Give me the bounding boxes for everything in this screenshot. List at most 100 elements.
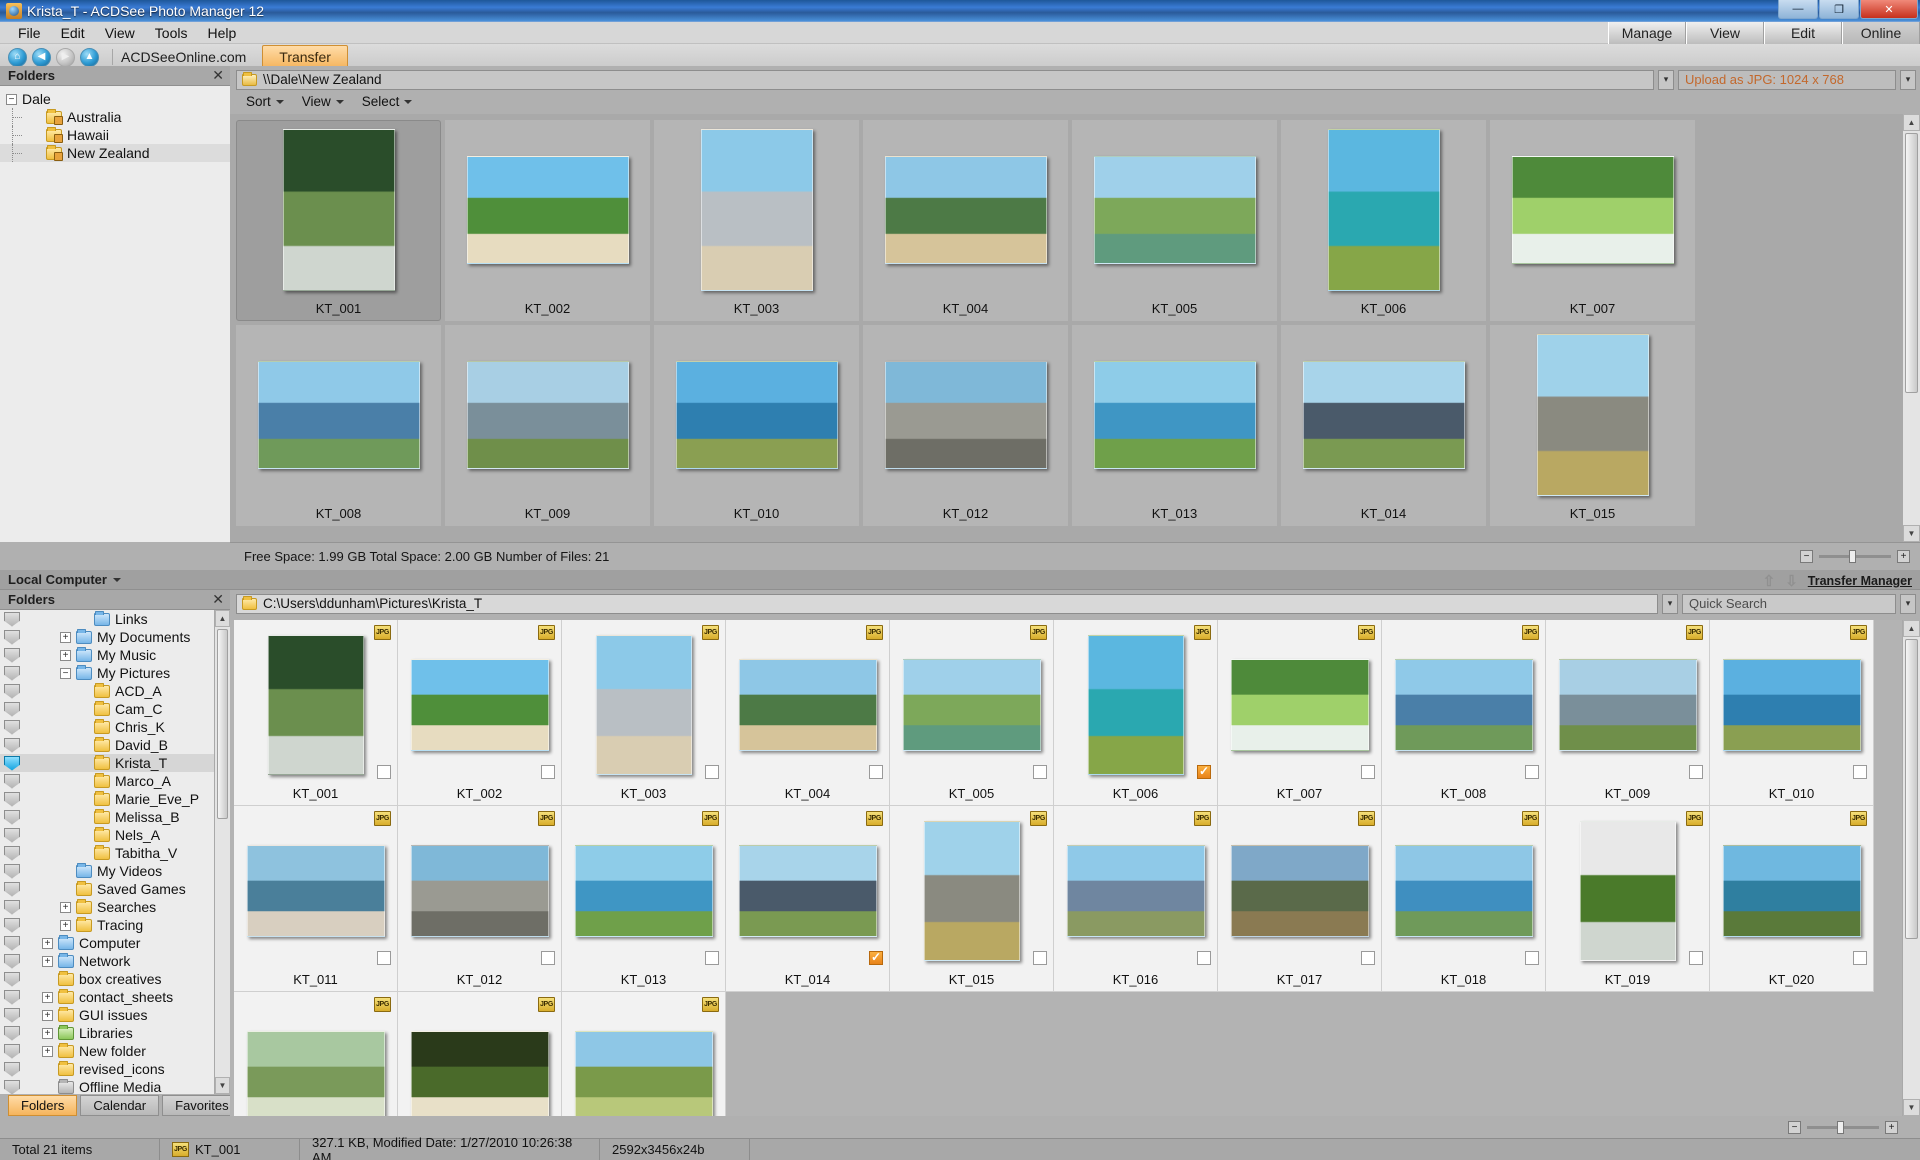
thumbnail-image[interactable] [1722, 659, 1861, 751]
upload-checkbox[interactable] [1033, 765, 1047, 779]
local-tree-item-my-videos[interactable]: My Videos [0, 862, 230, 880]
shield-icon[interactable] [4, 1007, 20, 1023]
shield-icon[interactable] [4, 917, 20, 933]
download-arrow-icon[interactable]: ⇩ [1785, 572, 1798, 590]
zoom-knob[interactable] [1849, 550, 1856, 563]
upload-checkbox[interactable] [1689, 765, 1703, 779]
tree-expander[interactable]: + [42, 1045, 53, 1057]
local-thumbnail-cell[interactable]: JPG KT_005 [890, 620, 1054, 806]
local-thumbnail-cell[interactable]: JPG KT_014 [726, 806, 890, 992]
online-thumbnail-cell[interactable]: KT_002 [445, 120, 650, 321]
local-thumbnail-cell[interactable]: JPG KT_004 [726, 620, 890, 806]
local-tree-item-offline-media[interactable]: Offline Media [0, 1078, 230, 1094]
thumbnail-image[interactable] [595, 635, 692, 775]
thumbnail-image[interactable] [884, 360, 1047, 469]
upload-checkbox[interactable] [1525, 765, 1539, 779]
local-tree-scrollbar[interactable]: ▲ ▼ [214, 610, 230, 1094]
shield-icon[interactable] [4, 863, 20, 879]
local-thumbnail-cell[interactable]: JPGKT_021 [234, 992, 398, 1116]
upload-checkbox[interactable] [705, 951, 719, 965]
tab-edit[interactable]: Edit [1764, 22, 1842, 44]
zoom-in-icon[interactable]: + [1897, 550, 1910, 563]
upload-checkbox[interactable] [1033, 951, 1047, 965]
shield-icon[interactable] [4, 827, 20, 843]
thumbnail-image[interactable] [466, 360, 629, 469]
shield-icon[interactable] [4, 791, 20, 807]
shield-icon[interactable] [4, 935, 20, 951]
local-tree-item-links[interactable]: Links [0, 610, 230, 628]
scroll-down-icon[interactable]: ▼ [1903, 525, 1920, 542]
thumbnail-image[interactable] [1722, 845, 1861, 937]
online-view-menu[interactable]: View [294, 92, 352, 111]
shield-icon[interactable] [4, 899, 20, 915]
local-tree-item-krista-t[interactable]: Krista_T [0, 754, 230, 772]
upload-checkbox[interactable] [869, 950, 883, 965]
tree-expander[interactable]: − [6, 93, 17, 105]
local-thumbnail-cell[interactable]: JPG KT_001 [234, 620, 398, 806]
shield-icon[interactable] [4, 845, 20, 861]
online-thumbnail-cell[interactable]: KT_014 [1281, 325, 1486, 526]
thumbnail-image[interactable] [574, 845, 713, 937]
shield-icon[interactable] [4, 1043, 20, 1059]
zoom-in-icon[interactable]: + [1885, 1120, 1898, 1134]
thumbnail-image[interactable] [267, 635, 364, 775]
forward-icon[interactable]: ▶ [56, 47, 75, 67]
local-thumbnail-cell[interactable]: JPGKT_023 [562, 992, 726, 1116]
shield-icon[interactable] [4, 629, 20, 645]
thumbnail-image[interactable] [1558, 659, 1697, 751]
shield-icon[interactable] [4, 971, 20, 987]
online-thumbnail-cell[interactable]: KT_013 [1072, 325, 1277, 526]
tree-expander[interactable]: + [60, 901, 71, 913]
online-path-dropdown-icon[interactable]: ▾ [1658, 69, 1674, 90]
thumbnail-image[interactable] [410, 659, 549, 751]
tree-expander[interactable]: + [42, 937, 53, 949]
local-tree-item-contact-sheets[interactable]: + contact_sheets [0, 988, 230, 1006]
local-tree-item-libraries[interactable]: + Libraries [0, 1024, 230, 1042]
scroll-up-icon[interactable]: ▲ [215, 610, 230, 627]
local-thumbnail-cell[interactable]: JPG KT_006 [1054, 620, 1218, 806]
shield-icon[interactable] [4, 683, 20, 699]
scroll-up-icon[interactable]: ▲ [1903, 620, 1920, 637]
thumbnail-image[interactable] [1536, 333, 1649, 496]
menu-help[interactable]: Help [197, 23, 246, 43]
upload-checkbox[interactable] [705, 765, 719, 779]
local-thumbnail-cell[interactable]: JPG KT_009 [1546, 620, 1710, 806]
tree-expander[interactable]: + [60, 649, 71, 661]
thumbnail-image[interactable] [466, 155, 629, 264]
thumbnail-image[interactable] [1093, 360, 1256, 469]
home-icon[interactable]: ⌂ [8, 47, 27, 67]
local-tree-item-network[interactable]: + Network [0, 952, 230, 970]
upload-checkbox[interactable] [1853, 951, 1867, 965]
local-tree-item-revised-icons[interactable]: revised_icons [0, 1060, 230, 1078]
online-thumbnail-cell[interactable]: KT_001 [236, 120, 441, 321]
local-scroll-thumb[interactable] [1905, 639, 1918, 939]
local-tree-item-saved-games[interactable]: Saved Games [0, 880, 230, 898]
online-thumbnail-grid[interactable]: KT_001 KT_002 KT_003 KT_004 KT_005 KT_006 KT_0… [230, 114, 1902, 542]
online-thumbnail-cell[interactable]: KT_006 [1281, 120, 1486, 321]
local-tree-item-melissa-b[interactable]: Melissa_B [0, 808, 230, 826]
tree-expander[interactable]: + [60, 631, 71, 643]
local-tree-item-searches[interactable]: + Searches [0, 898, 230, 916]
thumbnail-image[interactable] [1093, 155, 1256, 264]
menu-edit[interactable]: Edit [51, 23, 95, 43]
thumbnail-image[interactable] [1087, 635, 1184, 775]
online-tree-item-new-zealand[interactable]: New Zealand [0, 144, 230, 162]
thumbnail-image[interactable] [923, 821, 1020, 961]
local-tree-item-gui-issues[interactable]: + GUI issues [0, 1006, 230, 1024]
online-thumbnail-cell[interactable]: KT_008 [236, 325, 441, 526]
menu-tools[interactable]: Tools [145, 23, 198, 43]
local-tree-item-david-b[interactable]: David_B [0, 736, 230, 754]
thumbnail-image[interactable] [410, 1031, 549, 1116]
local-tree-item-acd-a[interactable]: ACD_A [0, 682, 230, 700]
shield-icon[interactable] [4, 989, 20, 1005]
local-thumbnail-cell[interactable]: JPG KT_017 [1218, 806, 1382, 992]
local-vertical-scrollbar[interactable]: ▲ ▼ [1902, 620, 1920, 1116]
tree-expander[interactable]: + [42, 955, 53, 967]
online-path-field[interactable]: \\Dale\New Zealand [236, 69, 1654, 90]
local-thumbnail-cell[interactable]: JPG KT_020 [1710, 806, 1874, 992]
local-tree-item-my-documents[interactable]: + My Documents [0, 628, 230, 646]
local-thumbnail-cell[interactable]: JPG KT_016 [1054, 806, 1218, 992]
upload-checkbox[interactable] [1689, 951, 1703, 965]
thumbnail-image[interactable] [282, 128, 395, 291]
zoom-knob[interactable] [1837, 1120, 1844, 1134]
